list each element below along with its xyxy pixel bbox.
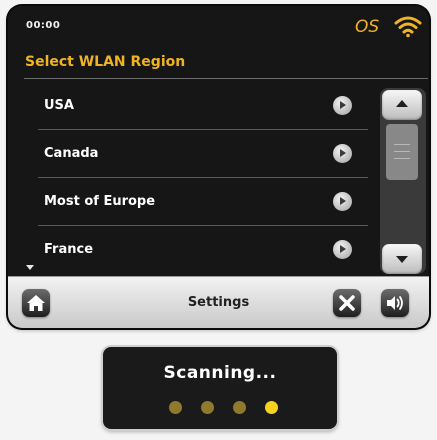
chevron-right-icon	[333, 192, 352, 211]
more-below-icon	[26, 265, 34, 270]
os-logo-icon: OS	[355, 17, 379, 37]
home-icon	[27, 295, 45, 311]
volume-icon	[387, 296, 403, 310]
list-item-label: USA	[44, 98, 74, 113]
progress-dots	[169, 401, 279, 415]
close-icon	[339, 295, 355, 311]
list-item-canada[interactable]: Canada	[38, 130, 378, 178]
title-divider	[24, 78, 428, 79]
progress-dot-active	[265, 401, 278, 414]
progress-dot	[201, 401, 214, 414]
progress-dot	[169, 401, 182, 414]
chevron-right-icon	[333, 144, 352, 163]
svg-text:OS: OS	[355, 17, 379, 37]
wifi-icon	[394, 16, 422, 38]
clock: 00:00	[26, 20, 61, 31]
list-item-france[interactable]: France	[38, 226, 378, 274]
list-item-label: Canada	[44, 146, 99, 161]
list-item-label: Most of Europe	[44, 194, 156, 209]
scanning-text: Scanning...	[163, 363, 277, 383]
list-item-usa[interactable]: USA	[38, 82, 378, 130]
chevron-right-icon	[333, 240, 352, 259]
home-button[interactable]	[22, 289, 50, 317]
grip-line	[394, 158, 410, 159]
bottom-bar: Settings	[8, 276, 429, 328]
progress-dot	[233, 401, 246, 414]
status-bar: 00:00 OS	[8, 6, 429, 46]
close-button[interactable]	[333, 289, 361, 317]
scanning-popup: Scanning...	[103, 347, 337, 429]
chevron-right-icon	[333, 96, 352, 115]
grip-line	[394, 144, 410, 145]
list-item-label: France	[44, 242, 94, 257]
volume-button[interactable]	[381, 289, 409, 317]
scroll-up-button[interactable]	[382, 90, 422, 120]
list-item-most-of-europe[interactable]: Most of Europe	[38, 178, 378, 226]
region-list: USA Canada Most of Europe France	[38, 82, 378, 274]
scroll-thumb[interactable]	[386, 124, 418, 180]
grip-line	[394, 151, 410, 152]
radio-screen: 00:00 OS Select WLAN Region USA Canada M…	[8, 6, 429, 328]
page-title: Select WLAN Region	[25, 54, 186, 70]
scroll-down-button[interactable]	[382, 244, 422, 274]
bottom-bar-title: Settings	[187, 295, 250, 310]
